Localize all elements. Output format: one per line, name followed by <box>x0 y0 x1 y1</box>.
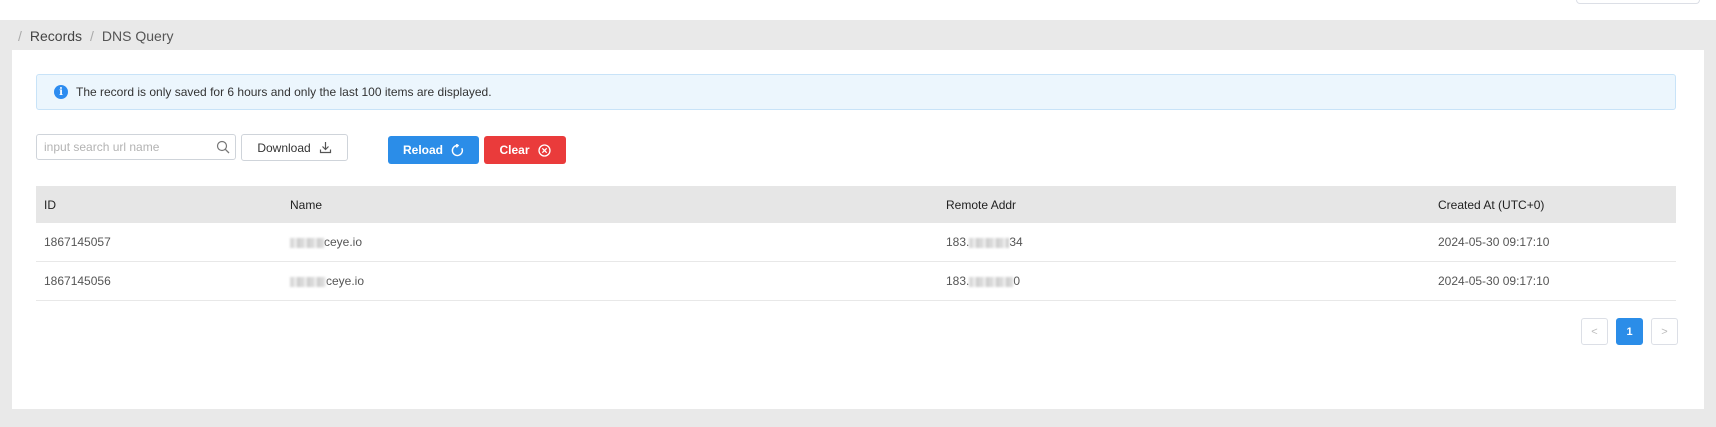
search-icon[interactable] <box>216 140 230 154</box>
next-page-button[interactable]: > <box>1651 318 1678 345</box>
row-remote-addr: 183. 0 <box>946 274 1021 288</box>
download-button[interactable]: Download <box>241 134 348 161</box>
breadcrumb-separator: / <box>18 28 22 44</box>
column-header-name: Name <box>290 197 323 212</box>
row-created-at: 2024-05-30 09:17:10 <box>1438 274 1550 288</box>
column-header-created-at: Created At (UTC+0) <box>1438 197 1545 212</box>
download-label: Download <box>257 140 311 155</box>
refresh-icon <box>451 143 464 157</box>
pagination: < 1 > <box>1581 318 1678 345</box>
info-alert: i The record is only saved for 6 hours a… <box>36 74 1676 110</box>
row-created-at: 2024-05-30 09:17:10 <box>1438 235 1550 249</box>
search-input[interactable] <box>37 135 213 159</box>
page-1-button[interactable]: 1 <box>1616 318 1643 345</box>
top-bar-button[interactable] <box>1576 0 1700 4</box>
search-box <box>36 134 236 160</box>
row-name: ceye.io <box>290 274 364 288</box>
table-row: 1867145057 ceye.io 183. 34 2024-05-30 09:… <box>36 223 1676 262</box>
row-name: ceye.io <box>290 235 362 249</box>
column-header-remote-addr: Remote Addr <box>946 197 1017 212</box>
breadcrumb-dns-query: DNS Query <box>101 28 174 44</box>
table-header: ID Name Remote Addr Created At (UTC+0) <box>36 186 1676 223</box>
table-row: 1867145056 ceye.io 183. 0 2024-05-30 09:1… <box>36 262 1676 301</box>
download-icon <box>319 141 332 154</box>
redacted-region <box>290 237 324 248</box>
reload-button[interactable]: Reload <box>388 136 479 164</box>
redacted-region <box>290 276 326 287</box>
redacted-region <box>969 276 1014 287</box>
row-id: 1867145056 <box>44 274 111 288</box>
content-panel: i The record is only saved for 6 hours a… <box>12 50 1704 409</box>
clear-label: Clear <box>499 143 530 157</box>
reload-label: Reload <box>402 143 443 157</box>
breadcrumb-separator: / <box>90 28 94 44</box>
prev-page-button[interactable]: < <box>1581 318 1608 345</box>
info-icon: i <box>54 85 68 99</box>
close-circle-icon <box>537 143 551 157</box>
row-id: 1867145057 <box>44 235 111 249</box>
alert-text: The record is only saved for 6 hours and… <box>76 85 492 99</box>
row-remote-addr: 183. 34 <box>946 235 1023 249</box>
column-header-id: ID <box>44 197 56 212</box>
clear-button[interactable]: Clear <box>484 136 566 164</box>
top-bar <box>0 0 1716 20</box>
breadcrumb: / Records / DNS Query <box>18 26 174 46</box>
redacted-region <box>969 237 1010 248</box>
breadcrumb-records[interactable]: Records <box>30 28 82 44</box>
records-table: ID Name Remote Addr Created At (UTC+0) 1… <box>36 186 1676 301</box>
